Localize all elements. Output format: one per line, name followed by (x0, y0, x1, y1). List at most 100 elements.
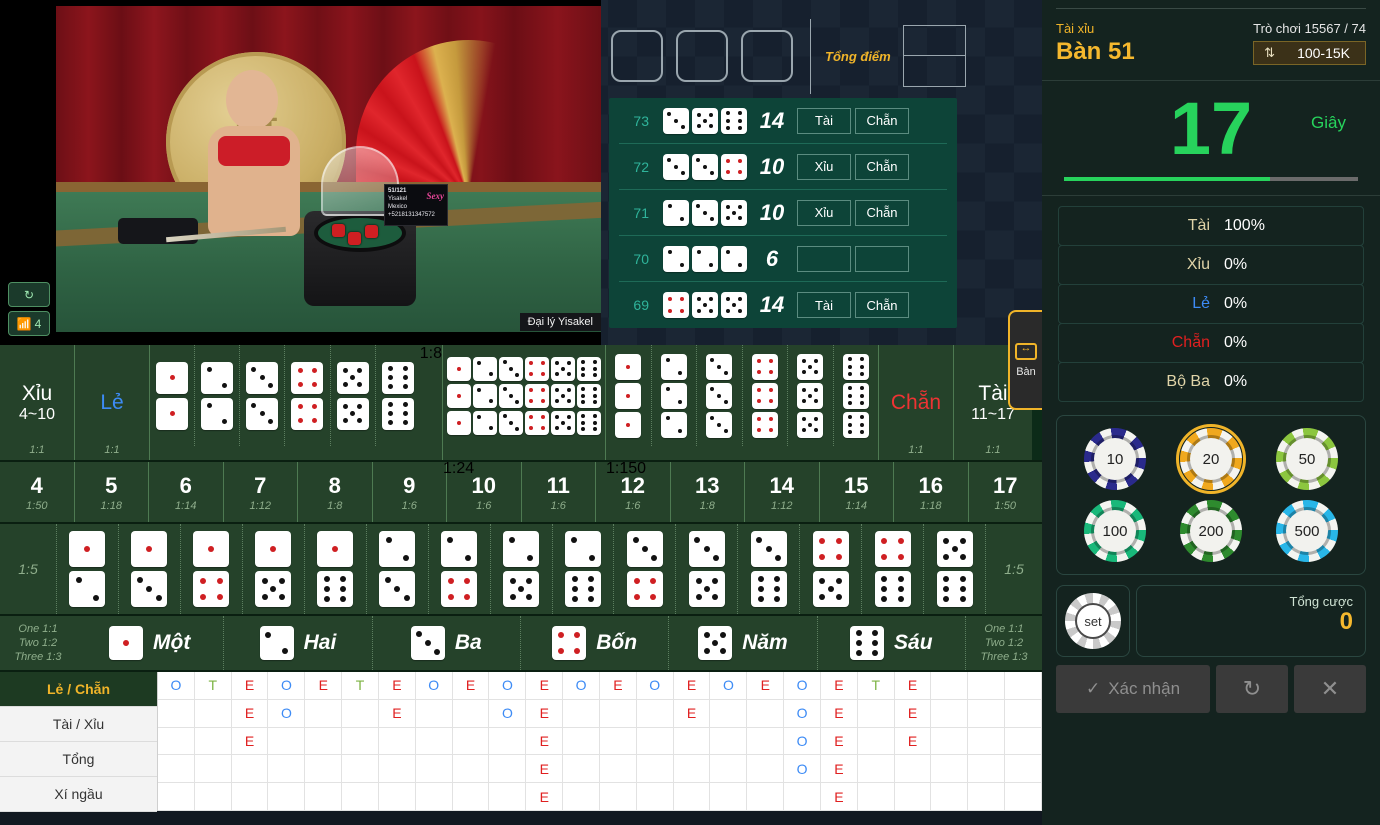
set-chip-button[interactable]: set (1056, 585, 1130, 657)
bet-limit-badge[interactable]: ⇅ 100-15K (1253, 41, 1366, 65)
bet-total-8[interactable]: 8 1:8 (298, 462, 373, 522)
bet-pair-5[interactable] (331, 345, 376, 446)
bet-combo-2-4[interactable] (429, 524, 491, 614)
roadmap-tab[interactable]: Xí ngầu (0, 777, 157, 812)
clear-bet-button[interactable]: ✕ (1294, 665, 1366, 713)
die-face-1 (615, 353, 642, 380)
signal-strength-button[interactable]: 📶 4 (8, 311, 50, 336)
bet-triple-5[interactable] (788, 345, 834, 446)
bet-total-4[interactable]: 4 1:50 (0, 462, 75, 522)
chip-200[interactable]: 200 (1180, 500, 1242, 562)
bet-combo-3-5[interactable] (676, 524, 739, 614)
bet-combo-4-5[interactable] (800, 524, 863, 614)
roadmap-cell (305, 755, 343, 784)
bet-total-7[interactable]: 7 1:12 (223, 462, 298, 522)
history-die (663, 153, 689, 180)
die-face-4 (291, 397, 324, 430)
bet-single-5[interactable]: Năm (669, 616, 818, 670)
bet-pair-3[interactable] (240, 345, 286, 446)
die-face-6 (850, 626, 885, 660)
table-side-tab[interactable]: Bàn (1008, 310, 1042, 410)
history-result-tag: Xỉu (797, 153, 851, 180)
current-round-display: Tổng điểm (601, 6, 1042, 94)
repeat-bet-button[interactable]: ↻ (1216, 665, 1288, 713)
bet-total-17[interactable]: 17 1:50 (968, 462, 1042, 522)
check-icon: ✓ (1085, 679, 1101, 698)
roadmap-tab[interactable]: Lẻ / Chẵn (0, 672, 157, 707)
roadmap-cell (231, 783, 269, 811)
bet-pair-2[interactable] (195, 345, 241, 446)
history-row: 69 14 Tài Chẵn (619, 282, 947, 328)
chip-value: 10 (1094, 438, 1136, 480)
bet-triple-1[interactable] (606, 345, 652, 446)
live-video-stream[interactable]: 51/121 Yisakel Mexico +5218131347572 Sex… (0, 0, 601, 345)
roadmap-cell: E (378, 672, 416, 700)
bet-combo-1-3[interactable] (119, 524, 181, 614)
history-area: Tổng điểm 73 14 Tài Chẵn 72 10 Xỉu Chẵn 71 10 Xỉu C… (601, 0, 1042, 345)
specific-triple-cells (606, 345, 878, 460)
bet-combo-1-5[interactable] (243, 524, 305, 614)
bet-triple-2[interactable] (652, 345, 697, 446)
roadmap-tab[interactable]: Tổng (0, 742, 157, 777)
chip-20[interactable]: 20 (1176, 424, 1246, 494)
roadmap-cell: T (342, 672, 379, 700)
bet-combo-2-3[interactable] (367, 524, 429, 614)
chip-10[interactable]: 10 (1084, 428, 1146, 490)
history-result-tag: Chẵn (855, 199, 909, 226)
bet-triple-3[interactable] (697, 345, 743, 446)
bet-single-1[interactable]: Một (76, 616, 225, 670)
bet-single-4[interactable]: Bốn (521, 616, 670, 670)
bet-combo-3-6[interactable] (738, 524, 801, 614)
roadmap-tab[interactable]: Tài / Xỉu (0, 707, 157, 742)
bet-pair-4[interactable] (285, 345, 331, 446)
bet-combo-4-6[interactable] (862, 524, 925, 614)
live-die-1 (332, 224, 345, 237)
bet-combo-2-5[interactable] (491, 524, 553, 614)
countdown-timer: 17 Giây (1042, 81, 1380, 196)
current-die-slot-1 (611, 30, 663, 82)
bet-combo-1-2[interactable] (56, 524, 119, 614)
bet-le-odd[interactable]: Lẻ 1:1 (75, 345, 150, 460)
roadmap-cell: E (231, 672, 269, 700)
stat-value: 100% (1224, 217, 1265, 234)
bet-combo-1-4[interactable] (181, 524, 243, 614)
bet-total-9[interactable]: 9 1:6 (372, 462, 447, 522)
bet-single-2[interactable]: Hai (224, 616, 373, 670)
bet-total-16[interactable]: 16 1:18 (894, 462, 969, 522)
bet-pair-1[interactable] (150, 345, 196, 446)
bet-combo-2-6[interactable] (553, 524, 615, 614)
die-face-1 (131, 531, 168, 567)
roadmap-cell: E (599, 672, 637, 700)
bet-combo-1-6[interactable] (305, 524, 367, 614)
bet-triple-4[interactable] (743, 345, 788, 446)
bet-total-6[interactable]: 6 1:14 (149, 462, 224, 522)
combo-odds-left: 1:5 (18, 561, 38, 577)
die-face-5 (336, 397, 369, 430)
history-die (692, 245, 718, 272)
bet-single-6[interactable]: Sáu (818, 616, 966, 670)
bet-single-3[interactable]: Ba (373, 616, 521, 670)
total-number: 17 (993, 472, 1018, 498)
bet-triple-6[interactable] (834, 345, 879, 446)
roadmap-grid[interactable]: OTEOETEOEOEOEOEOEOETEEOEOEEOEEEEOEEEOEEE (158, 672, 1042, 811)
refresh-stream-button[interactable]: ↻ (8, 282, 50, 307)
bet-combo-5-6[interactable] (924, 524, 987, 614)
bet-any-triple[interactable]: 1:24 (443, 345, 606, 477)
side-tab-label: Bàn (1016, 365, 1036, 378)
confirm-button[interactable]: ✓ Xác nhận (1056, 665, 1210, 713)
bet-total-5[interactable]: 5 1:18 (74, 462, 149, 522)
bet-combo-3-4[interactable] (614, 524, 677, 614)
bet-chan-even[interactable]: Chẵn 1:1 (879, 345, 954, 460)
signal-level: 4 (34, 316, 42, 331)
chip-100[interactable]: 100 (1084, 500, 1146, 562)
bet-pair-6[interactable] (376, 345, 420, 446)
chip-50[interactable]: 50 (1276, 428, 1338, 490)
die-face-5 (812, 571, 849, 607)
single-label: Ba (454, 631, 482, 654)
bet-xiu-small[interactable]: Xỉu 4~10 1:1 (0, 345, 75, 460)
total-number: 7 (254, 472, 267, 498)
die-face-2 (473, 410, 497, 435)
chip-500[interactable]: 500 (1276, 500, 1338, 562)
roadmap-cell: E (820, 672, 858, 700)
die-face-4 (874, 531, 911, 567)
